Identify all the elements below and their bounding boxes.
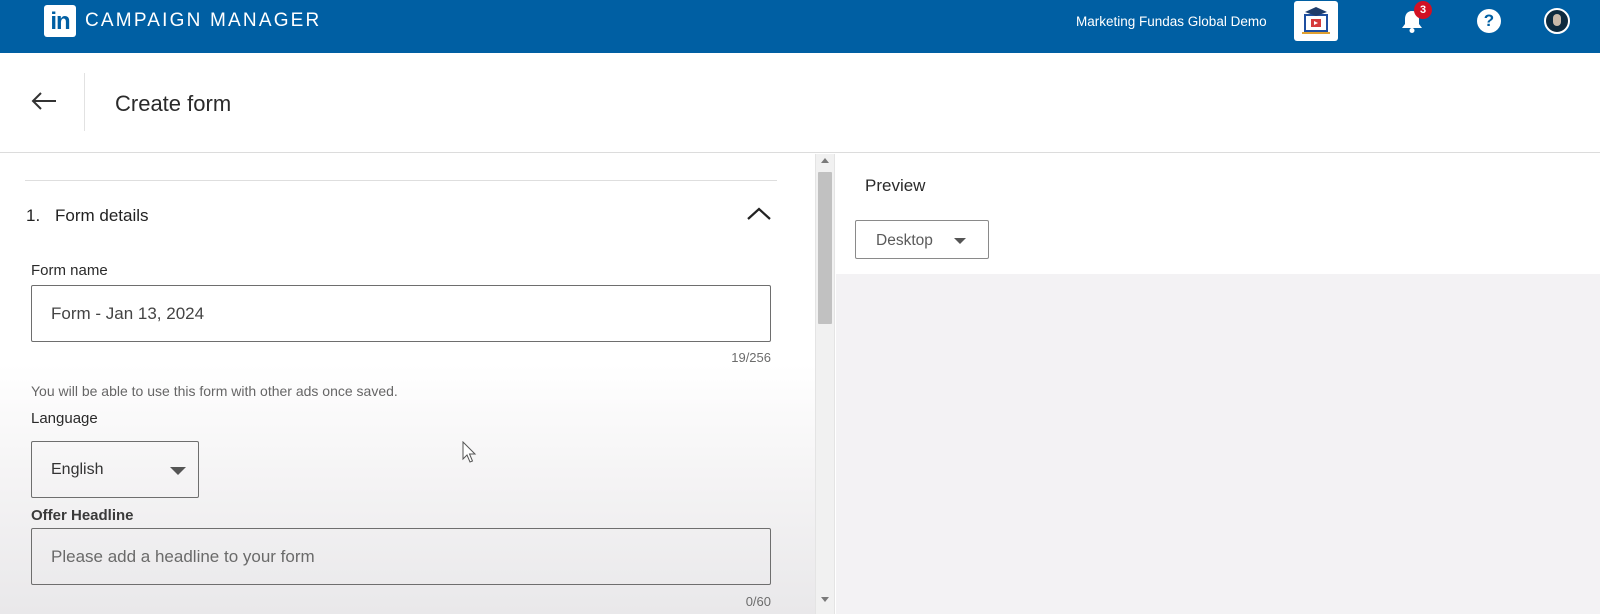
language-selected-value: English: [51, 461, 104, 478]
preview-pane: Preview Desktop: [836, 154, 1600, 614]
caret-down-icon: [170, 467, 186, 475]
preview-device-select[interactable]: Desktop: [855, 220, 989, 259]
section-divider: [25, 180, 777, 181]
form-scrollbar[interactable]: [815, 154, 835, 614]
scrollbar-thumb[interactable]: [818, 172, 832, 324]
preview-title: Preview: [865, 176, 926, 195]
offer-headline-character-counter: 0/60: [745, 594, 771, 609]
mouse-pointer-icon: [462, 440, 478, 465]
form-name-character-counter: 19/256: [731, 350, 771, 365]
offer-headline-label: Offer Headline: [31, 507, 134, 524]
account-name[interactable]: Marketing Fundas Global Demo: [1076, 13, 1267, 31]
form-name-input[interactable]: [31, 285, 771, 342]
form-name-label: Form name: [31, 262, 108, 279]
app-title: CAMPAIGN MANAGER: [85, 10, 322, 31]
scroll-up-arrow-icon[interactable]: [821, 158, 829, 163]
form-reuse-hint: You will be able to use this form with o…: [31, 383, 398, 399]
page-header: Create form: [0, 53, 1600, 153]
form-editor-pane: 1. Form details Form name 19/256 You wil…: [0, 154, 815, 614]
offer-headline-input[interactable]: [31, 528, 771, 585]
account-logo[interactable]: [1294, 1, 1338, 41]
top-navigation-bar: in CAMPAIGN MANAGER Marketing Fundas Glo…: [0, 0, 1600, 53]
header-divider: [84, 73, 85, 131]
section-number: 1.: [26, 206, 41, 225]
language-select[interactable]: English: [31, 441, 199, 498]
arrow-left-icon[interactable]: [30, 88, 58, 114]
scroll-down-arrow-icon[interactable]: [821, 597, 829, 602]
preview-device-value: Desktop: [876, 232, 933, 249]
language-label: Language: [31, 410, 98, 427]
help-icon[interactable]: ?: [1477, 9, 1501, 33]
user-avatar[interactable]: [1544, 8, 1570, 34]
section-title-form-details[interactable]: Form details: [55, 206, 149, 226]
preview-header: Preview Desktop: [836, 154, 1600, 274]
caret-down-icon: [954, 238, 966, 244]
page-title: Create form: [115, 91, 232, 116]
chevron-up-icon[interactable]: [744, 202, 774, 226]
linkedin-logo[interactable]: in: [44, 5, 76, 37]
notification-count-badge: 3: [1414, 1, 1432, 19]
